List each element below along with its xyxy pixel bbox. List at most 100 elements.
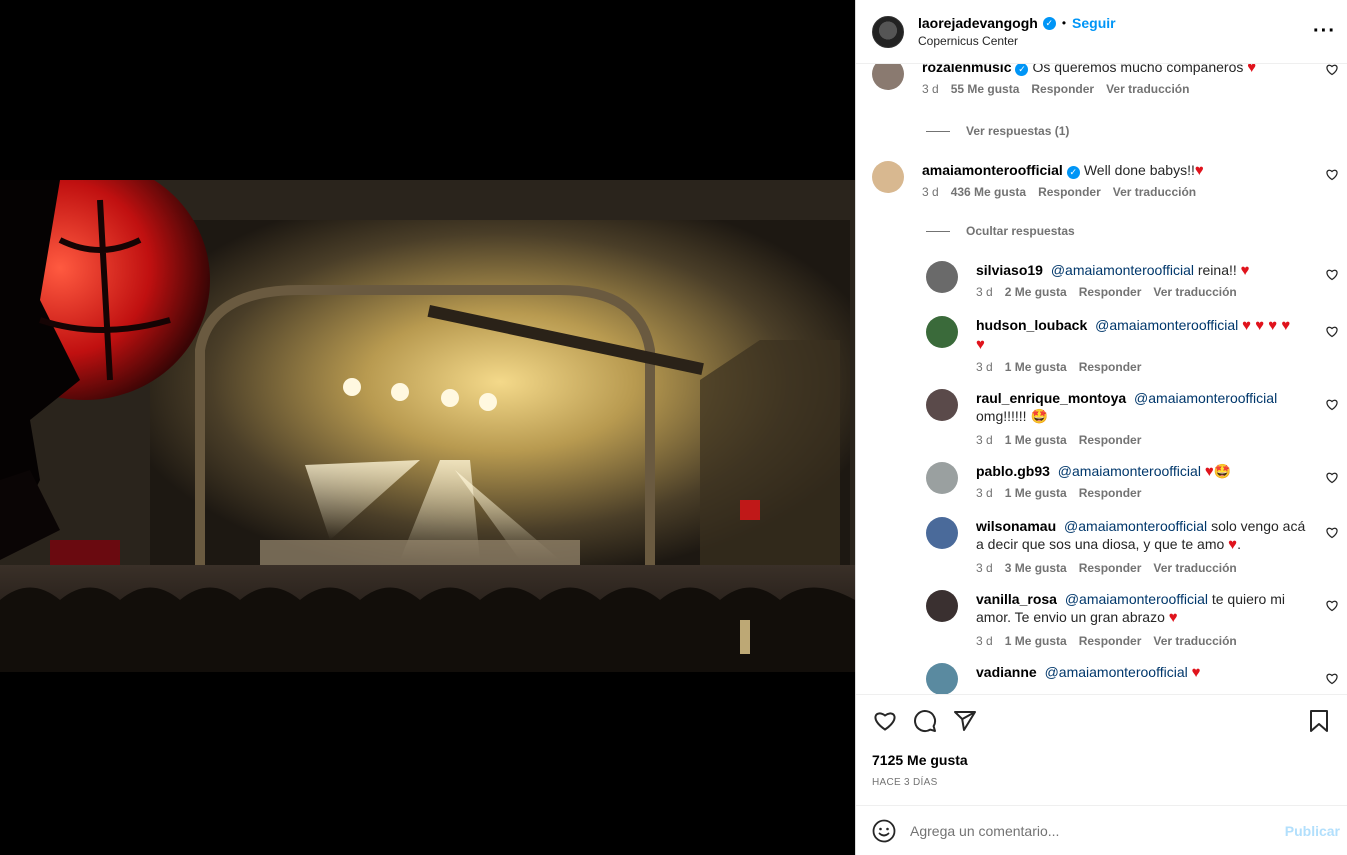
comment-time[interactable]: 3 d bbox=[922, 185, 939, 199]
red-heart-emoji: ♥ bbox=[976, 336, 985, 353]
like-reply-heart-icon[interactable] bbox=[1326, 527, 1338, 539]
reply-text-after: . bbox=[1237, 536, 1241, 552]
reply-time[interactable]: 3 d bbox=[976, 285, 993, 299]
mention-link[interactable]: @amaiamonteroofficial bbox=[1051, 262, 1194, 278]
commenter-avatar[interactable] bbox=[872, 64, 904, 90]
translate-button[interactable]: Ver traducción bbox=[1106, 82, 1189, 96]
comment-input[interactable] bbox=[910, 822, 1270, 839]
reply-body: vanilla_rosa @amaiamonteroofficial te qu… bbox=[976, 590, 1316, 627]
author-avatar[interactable] bbox=[872, 15, 904, 48]
like-reply-heart-icon[interactable] bbox=[1326, 472, 1338, 484]
red-heart-emoji: ♥ bbox=[1194, 162, 1204, 179]
separator-dot: • bbox=[1061, 16, 1067, 30]
mention-link[interactable]: @amaiamonteroofficial bbox=[1045, 664, 1188, 680]
translate-button[interactable]: Ver traducción bbox=[1153, 561, 1236, 575]
save-bookmark-icon[interactable] bbox=[1307, 709, 1331, 733]
replier-avatar[interactable] bbox=[926, 316, 958, 348]
reply-button[interactable]: Responder bbox=[1079, 433, 1142, 447]
reply-username[interactable]: hudson_louback bbox=[976, 317, 1087, 333]
mention-link[interactable]: @amaiamonteroofficial bbox=[1058, 463, 1201, 479]
reply-time[interactable]: 3 d bbox=[976, 634, 993, 648]
like-comment-heart-icon[interactable] bbox=[1326, 169, 1338, 181]
reply-meta: 3 d 2 Me gusta Responder Ver traducción bbox=[976, 285, 1237, 299]
view-replies-toggle[interactable]: Ver respuestas (1) bbox=[926, 124, 1069, 138]
reply-button[interactable]: Responder bbox=[1038, 185, 1101, 199]
comment-username[interactable]: amaiamonteroofficial bbox=[922, 162, 1063, 178]
emoji-smiley-icon[interactable] bbox=[872, 819, 896, 843]
red-heart-emoji: ♥ bbox=[1204, 463, 1214, 480]
follow-button[interactable]: Seguir bbox=[1072, 15, 1116, 31]
comments-list: rozalenmusic ✓ Os queremos mucho compañero… bbox=[856, 64, 1347, 694]
mention-link[interactable]: @amaiamonteroofficial bbox=[1064, 518, 1207, 534]
reply-body: silviaso19 @amaiamonteroofficial reina!!… bbox=[976, 261, 1316, 280]
reply-body: hudson_louback @amaiamonteroofficial ♥ ♥… bbox=[976, 316, 1316, 354]
reply-button[interactable]: Responder bbox=[1079, 360, 1142, 374]
reply-username[interactable]: silviaso19 bbox=[976, 262, 1043, 278]
comment-likes[interactable]: 55 Me gusta bbox=[951, 82, 1020, 96]
reply-username[interactable]: wilsonamau bbox=[976, 518, 1056, 534]
commenter-avatar[interactable] bbox=[872, 161, 904, 193]
reply-button[interactable]: Responder bbox=[1079, 634, 1142, 648]
post-location[interactable]: Copernicus Center bbox=[918, 34, 1116, 48]
replier-avatar[interactable] bbox=[926, 517, 958, 549]
like-reply-heart-icon[interactable] bbox=[1326, 399, 1338, 411]
reply-likes[interactable]: 3 Me gusta bbox=[1005, 561, 1067, 575]
like-reply-heart-icon[interactable] bbox=[1326, 269, 1338, 281]
replier-avatar[interactable] bbox=[926, 389, 958, 421]
comment-username[interactable]: rozalenmusic bbox=[922, 64, 1011, 75]
comment-meta: 3 d 55 Me gusta Responder Ver traducción bbox=[922, 82, 1189, 96]
comment-time[interactable]: 3 d bbox=[922, 82, 939, 96]
like-reply-heart-icon[interactable] bbox=[1326, 600, 1338, 612]
reply-likes[interactable]: 2 Me gusta bbox=[1005, 285, 1067, 299]
post-timestamp[interactable]: HACE 3 DÍAS bbox=[872, 777, 938, 788]
like-reply-heart-icon[interactable] bbox=[1326, 673, 1338, 685]
red-heart-emoji: ♥ bbox=[1240, 262, 1250, 279]
replier-avatar[interactable] bbox=[926, 462, 958, 494]
star-eyes-emoji: 🤩 bbox=[1213, 463, 1232, 479]
red-heart-emoji: ♥ bbox=[1247, 64, 1257, 76]
comment-icon[interactable] bbox=[913, 709, 937, 733]
reply-button[interactable]: Responder bbox=[1079, 285, 1142, 299]
reply-time[interactable]: 3 d bbox=[976, 433, 993, 447]
concert-photo[interactable] bbox=[0, 180, 855, 672]
translate-button[interactable]: Ver traducción bbox=[1153, 285, 1236, 299]
reply-username[interactable]: pablo.gb93 bbox=[976, 463, 1050, 479]
reply-likes[interactable]: 1 Me gusta bbox=[1005, 634, 1067, 648]
red-heart-emoji: ♥ bbox=[1191, 664, 1201, 681]
replier-avatar[interactable] bbox=[926, 261, 958, 293]
publish-button[interactable]: Publicar bbox=[1285, 823, 1340, 839]
reply-item: wilsonamau @amaiamonteroofficial solo ve… bbox=[856, 517, 1347, 587]
reply-time[interactable]: 3 d bbox=[976, 486, 993, 500]
reply-username[interactable]: vadianne bbox=[976, 664, 1037, 680]
author-username[interactable]: laorejadevangogh bbox=[918, 15, 1038, 31]
reply-time[interactable]: 3 d bbox=[976, 360, 993, 374]
reply-button[interactable]: Responder bbox=[1079, 561, 1142, 575]
reply-likes[interactable]: 1 Me gusta bbox=[1005, 486, 1067, 500]
more-options-icon[interactable]: ··· bbox=[1313, 20, 1336, 43]
author-info: laorejadevangogh ✓ • Seguir Copernicus C… bbox=[918, 15, 1116, 48]
reply-button[interactable]: Responder bbox=[1031, 82, 1094, 96]
post-sidebar: laorejadevangogh ✓ • Seguir Copernicus C… bbox=[855, 0, 1347, 855]
like-heart-icon[interactable] bbox=[873, 709, 897, 733]
mention-link[interactable]: @amaiamonteroofficial bbox=[1065, 591, 1208, 607]
reply-item: silviaso19 @amaiamonteroofficial reina!!… bbox=[856, 261, 1347, 311]
mention-link[interactable]: @amaiamonteroofficial bbox=[1095, 317, 1238, 333]
replier-avatar[interactable] bbox=[926, 663, 958, 694]
like-comment-heart-icon[interactable] bbox=[1326, 64, 1338, 76]
share-icon[interactable] bbox=[953, 709, 977, 733]
reply-time[interactable]: 3 d bbox=[976, 561, 993, 575]
replier-avatar[interactable] bbox=[926, 590, 958, 622]
reply-username[interactable]: vanilla_rosa bbox=[976, 591, 1057, 607]
post-likes-count[interactable]: 7125 Me gusta bbox=[872, 752, 968, 768]
translate-button[interactable]: Ver traducción bbox=[1113, 185, 1196, 199]
mention-link[interactable]: @amaiamonteroofficial bbox=[1134, 390, 1277, 406]
translate-button[interactable]: Ver traducción bbox=[1153, 634, 1236, 648]
reply-button[interactable]: Responder bbox=[1079, 486, 1142, 500]
reply-username[interactable]: raul_enrique_montoya bbox=[976, 390, 1126, 406]
comment-likes[interactable]: 436 Me gusta bbox=[951, 185, 1026, 199]
reply-likes[interactable]: 1 Me gusta bbox=[1005, 360, 1067, 374]
like-reply-heart-icon[interactable] bbox=[1326, 326, 1338, 338]
hide-replies-toggle[interactable]: Ocultar respuestas bbox=[926, 224, 1075, 238]
reply-likes[interactable]: 1 Me gusta bbox=[1005, 433, 1067, 447]
reply-body: wilsonamau @amaiamonteroofficial solo ve… bbox=[976, 517, 1316, 554]
